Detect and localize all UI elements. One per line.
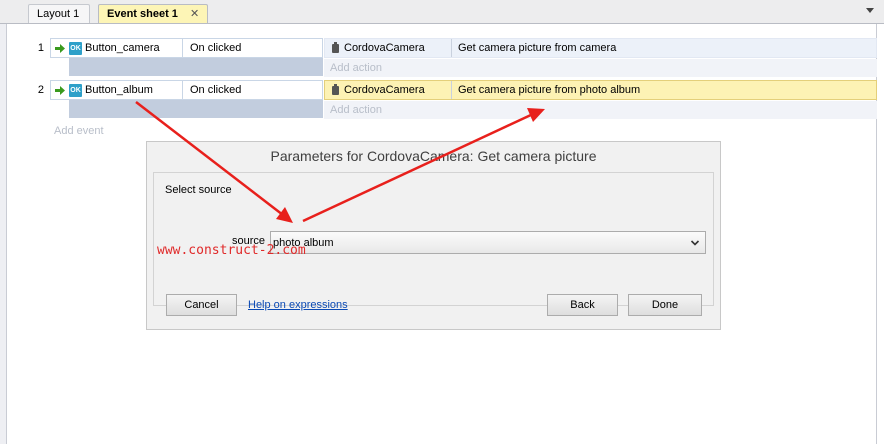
annotation-arrow — [135, 101, 284, 216]
annotation-arrow — [302, 112, 534, 223]
annotation-arrows — [135, 101, 545, 223]
arrowhead — [276, 207, 293, 223]
